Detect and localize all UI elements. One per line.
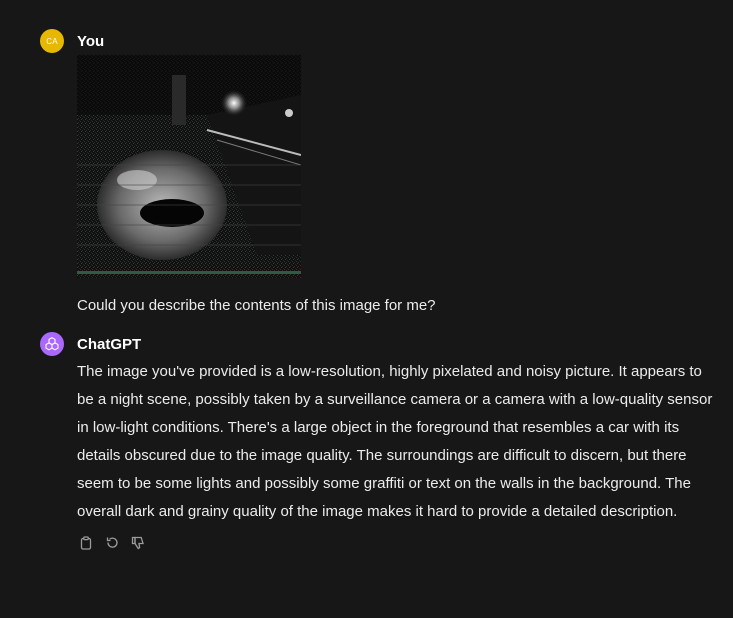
regenerate-icon[interactable] xyxy=(103,534,120,551)
user-message-text: Could you describe the contents of this … xyxy=(77,297,436,314)
user-avatar-initials: CA xyxy=(46,36,58,46)
user-message: CA You Could you describe the contents o… xyxy=(40,29,700,317)
user-avatar: CA xyxy=(40,29,64,53)
assistant-message: ChatGPT The image you've provided is a l… xyxy=(40,332,712,551)
uploaded-photo[interactable] xyxy=(77,55,301,278)
message-actions xyxy=(77,534,700,551)
thumbs-down-icon[interactable] xyxy=(129,534,146,551)
assistant-author-name: ChatGPT xyxy=(77,335,142,353)
clipboard-icon[interactable] xyxy=(77,534,94,551)
assistant-message-header: ChatGPT xyxy=(40,332,700,356)
user-message-header: CA You xyxy=(40,29,700,53)
assistant-message-text: The image you've provided is a low-resol… xyxy=(77,363,713,520)
openai-logo-icon xyxy=(40,332,64,356)
user-author-name: You xyxy=(77,32,105,50)
